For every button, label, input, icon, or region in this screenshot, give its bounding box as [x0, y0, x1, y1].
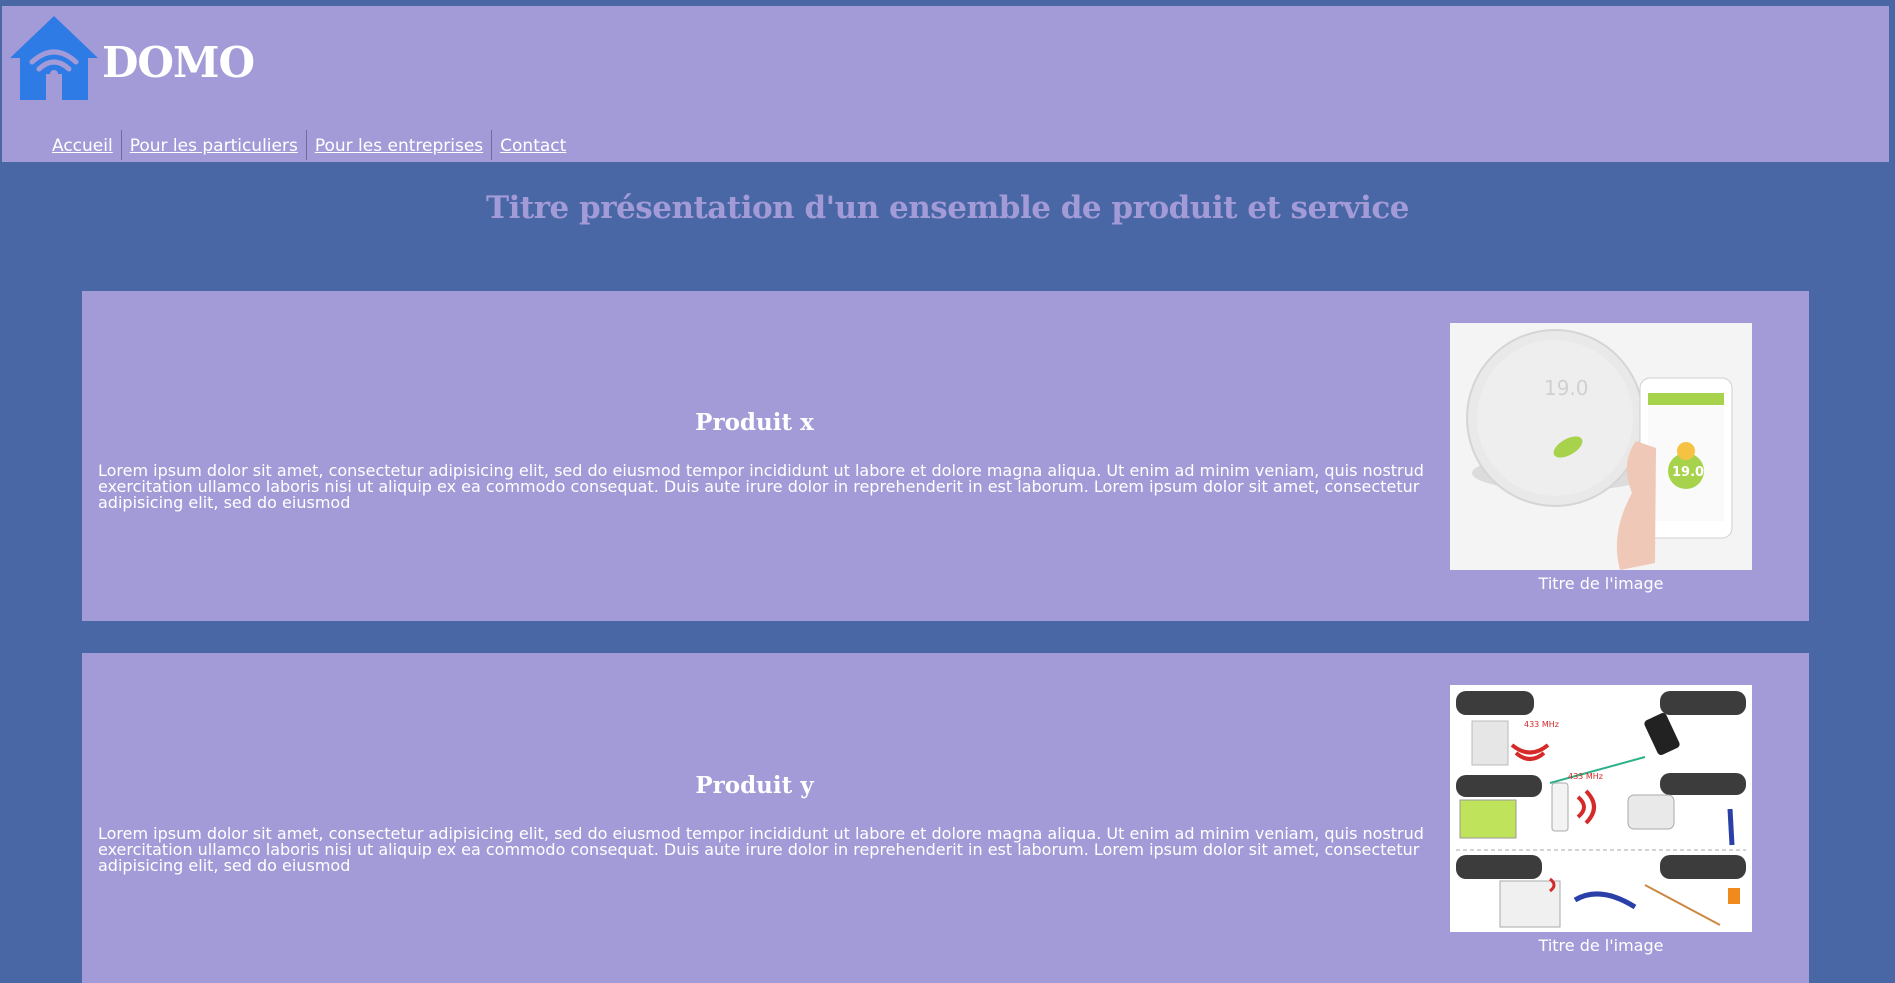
frequency-label: 433 MHz	[1568, 772, 1603, 781]
nav-link-entreprises[interactable]: Pour les entreprises	[307, 130, 493, 160]
product-image-diagram: 433 MHz 433 MHz	[1450, 685, 1752, 932]
product-title: Produit x	[695, 409, 814, 436]
product-title: Produit y	[695, 772, 814, 799]
image-caption: Titre de l'image	[1538, 574, 1664, 593]
image-caption: Titre de l'image	[1538, 936, 1664, 955]
product-card-y: Produit y Lorem ipsum dolor sit amet, co…	[82, 653, 1809, 983]
product-description: Lorem ipsum dolor sit amet, consectetur …	[98, 824, 1424, 875]
house-wifi-icon[interactable]	[8, 14, 100, 102]
brand-name[interactable]: DOMO	[102, 38, 255, 87]
nav-link-particuliers[interactable]: Pour les particuliers	[122, 130, 307, 160]
phone-reading: 19.0°	[1672, 465, 1711, 480]
product-card-x: Produit x Lorem ipsum dolor sit amet, co…	[82, 291, 1809, 621]
frequency-label: 433 MHz	[1524, 720, 1559, 729]
product-figure: 19.0 19.0° Titre de l'image	[1450, 323, 1752, 593]
main-nav: Accueil Pour les particuliers Pour les e…	[44, 130, 574, 160]
page-title: Titre présentation d'un ensemble de prod…	[486, 190, 1409, 226]
nav-link-contact[interactable]: Contact	[492, 130, 574, 160]
site-header: DOMO Accueil Pour les particuliers Pour …	[2, 6, 1889, 162]
product-description: Lorem ipsum dolor sit amet, consectetur …	[98, 461, 1424, 512]
product-figure: 433 MHz 433 MHz Titre de l'image	[1450, 685, 1752, 955]
nav-link-accueil[interactable]: Accueil	[44, 130, 122, 160]
thermostat-reading: 19.0	[1544, 376, 1589, 400]
product-image-thermostat: 19.0 19.0°	[1450, 323, 1752, 570]
